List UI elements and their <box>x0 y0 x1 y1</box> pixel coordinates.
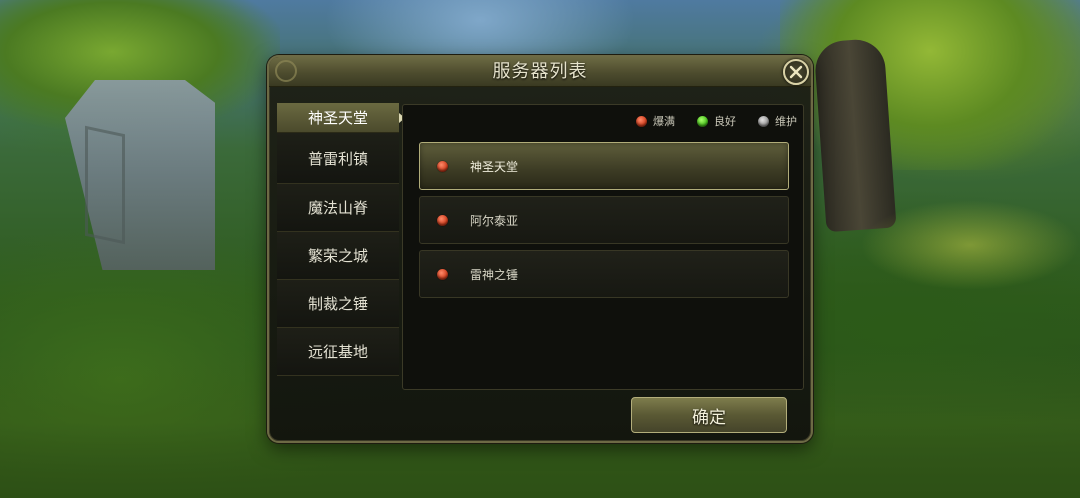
tab-label: 远征基地 <box>307 343 368 361</box>
tab-label: 制裁之锤 <box>307 295 368 313</box>
region-tabs: 神圣天堂 普雷利镇 魔法山脊 繁荣之城 制裁之锤 远征基地 <box>277 103 405 376</box>
server-row[interactable]: 神圣天堂 <box>419 142 789 190</box>
server-row[interactable]: 雷神之锤 <box>419 250 789 298</box>
server-name: 神圣天堂 <box>470 159 519 174</box>
tab-region-4[interactable]: 繁荣之城 <box>277 232 399 280</box>
legend-item-good: 良好 <box>697 113 736 129</box>
server-list-dialog: 服务器列表 神圣天堂 普雷利镇 魔法山脊 繁荣之城 制裁之锤 远征基地 爆满 良… <box>267 55 813 443</box>
tab-region-1[interactable]: 神圣天堂 <box>277 103 405 133</box>
legend-item-maintenance: 维护 <box>758 113 797 129</box>
background-sunlight <box>860 200 1080 290</box>
status-full-icon <box>437 214 448 226</box>
legend-label: 维护 <box>775 115 797 128</box>
tab-label: 繁荣之城 <box>307 247 368 265</box>
close-icon <box>789 65 803 79</box>
tab-label: 普雷利镇 <box>307 149 368 168</box>
legend-label: 爆满 <box>653 115 675 128</box>
status-good-icon <box>697 115 708 127</box>
legend-item-full: 爆满 <box>636 113 675 129</box>
confirm-button[interactable]: 确定 <box>631 397 787 433</box>
status-maintenance-icon <box>758 115 769 127</box>
server-panel: 爆满 良好 维护 神圣天堂 阿尔泰亚 雷神之锤 <box>402 104 804 390</box>
status-full-icon <box>437 160 448 172</box>
status-legend: 爆满 良好 维护 <box>636 113 797 129</box>
legend-label: 良好 <box>714 115 736 128</box>
server-name: 阿尔泰亚 <box>470 213 519 228</box>
status-full-icon <box>636 115 647 127</box>
dialog-title-bar: 服务器列表 <box>269 57 811 87</box>
background-stone-carving <box>85 125 125 245</box>
server-list: 神圣天堂 阿尔泰亚 雷神之锤 <box>419 142 789 304</box>
tab-label: 魔法山脊 <box>307 199 368 217</box>
tab-region-5[interactable]: 制裁之锤 <box>277 280 399 328</box>
ornament-icon <box>275 60 297 82</box>
tab-region-3[interactable]: 魔法山脊 <box>277 184 399 232</box>
tab-label: 神圣天堂 <box>307 109 368 127</box>
server-name: 雷神之锤 <box>470 267 519 282</box>
tab-region-2[interactable]: 普雷利镇 <box>277 133 399 184</box>
confirm-label: 确定 <box>692 407 726 428</box>
server-row[interactable]: 阿尔泰亚 <box>419 196 789 244</box>
dialog-title: 服务器列表 <box>492 61 588 82</box>
tab-region-6[interactable]: 远征基地 <box>277 328 399 376</box>
status-full-icon <box>437 268 448 280</box>
close-button[interactable] <box>783 59 809 85</box>
